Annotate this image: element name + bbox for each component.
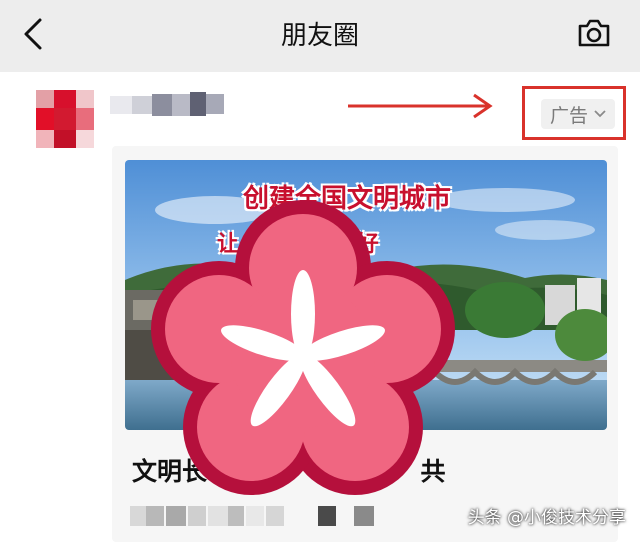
camera-button[interactable] — [576, 17, 612, 49]
top-navigation-bar: 朋友圈 — [0, 0, 640, 72]
annotation-highlight-box: 广告 — [522, 86, 626, 140]
chevron-down-icon — [594, 110, 606, 118]
flower-sticker-overlay — [151, 200, 455, 495]
ad-label-button[interactable]: 广告 — [541, 99, 615, 129]
username-blurred[interactable] — [110, 90, 225, 120]
avatar[interactable] — [36, 90, 94, 148]
camera-icon — [578, 19, 610, 47]
ad-label: 广告 — [549, 104, 588, 127]
annotation-arrow — [348, 93, 493, 119]
watermark: 头条 @小俊技术分享 — [467, 508, 626, 528]
page-title: 朋友圈 — [280, 21, 359, 51]
